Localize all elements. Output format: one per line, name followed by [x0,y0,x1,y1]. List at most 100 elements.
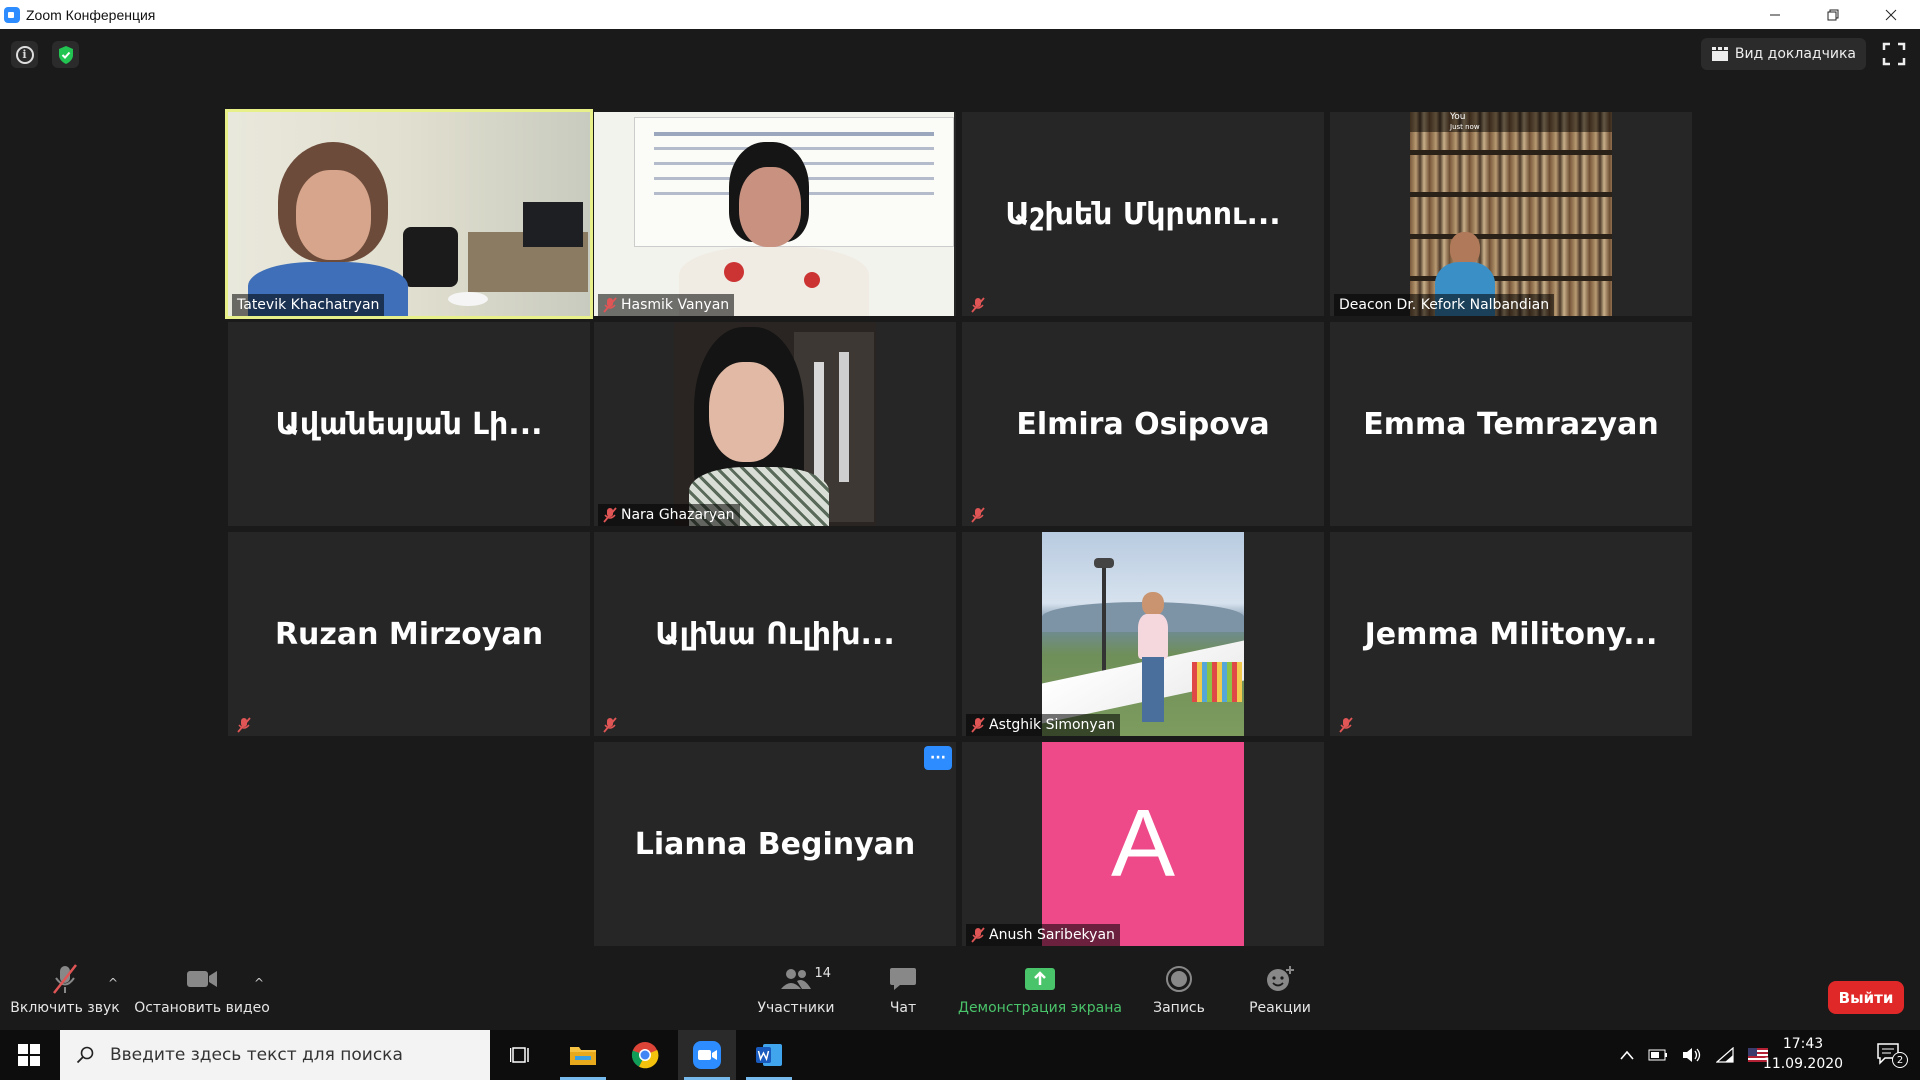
participant-name-label [966,294,990,316]
minimize-button[interactable] [1746,0,1804,29]
participant-video [674,322,876,526]
participant-name-label: Deacon Dr. Kefork Nalbandian [1334,294,1555,316]
leave-meeting-button[interactable]: Выйти [1828,981,1904,1014]
restore-icon [1827,9,1839,20]
stop-video-label: Остановить видео [134,1000,270,1016]
participant-tile[interactable]: Ruzan Mirzoyan [228,532,590,736]
window-titlebar: Zoom Конференция [0,0,1920,29]
video-camera-icon [187,971,217,987]
meeting-info-controls: i [11,41,79,68]
speaker-view-label: Вид докладчика [1734,46,1856,62]
taskbar-app-word[interactable] [740,1030,798,1080]
zoom-app-icon [4,6,20,23]
participants-button[interactable]: 14 Участники [748,960,844,1030]
participant-name-label: Tatevik Khachatryan [232,294,385,316]
participants-label: Участники [757,1000,835,1016]
participants-icon [781,969,811,989]
participant-display-name: Ավանեսյան Լի... [275,406,543,442]
overlay-you-label: You [1450,112,1466,122]
notifications-button[interactable]: 2 [1876,1042,1908,1068]
participant-tile[interactable]: Աշխեն Մկրտու... [962,112,1324,316]
participant-tile[interactable]: Hasmik Vanyan [594,112,956,316]
reactions-button[interactable]: Реакции [1240,960,1320,1030]
record-icon [1166,966,1192,992]
mic-muted-icon [603,717,617,733]
share-screen-label: Демонстрация экрана [958,1000,1122,1016]
mic-muted-icon [971,507,985,523]
notifications-count: 2 [1892,1052,1908,1068]
battery-icon[interactable] [1648,1049,1668,1061]
participant-name-label: Anush Saribekyan [966,924,1120,946]
unmute-button[interactable]: Включить звук [10,960,120,1030]
participant-tile[interactable]: You Just now Deacon Dr. Kefork Nalbandia… [1330,112,1692,316]
participant-video: You Just now [1410,112,1612,316]
participant-tile[interactable]: Nara Ghazaryan [594,322,956,526]
mic-muted-icon [603,297,617,313]
minimize-icon [1770,14,1780,15]
participant-tile[interactable]: Elmira Osipova [962,322,1324,526]
task-view-icon [510,1047,529,1063]
mic-muted-icon [971,927,985,943]
chrome-icon [631,1042,659,1069]
chat-button[interactable]: Чат [870,960,936,1030]
video-options-caret[interactable]: ^ [254,976,264,990]
fullscreen-icon[interactable] [1882,42,1906,66]
participant-display-name: Elmira Osipova [1016,406,1270,442]
start-button[interactable] [0,1030,58,1080]
mic-muted-icon [971,297,985,313]
participant-tile[interactable]: A Anush Saribekyan [962,742,1324,946]
participant-tile[interactable]: Ալինա Ուլիխ... [594,532,956,736]
participant-video [594,112,954,316]
clock-time: 17:43 [1782,1036,1824,1052]
participant-display-name: Lianna Beginyan [634,826,916,862]
mic-muted-icon [603,507,617,523]
participant-name-label [966,504,990,526]
word-icon [756,1044,782,1066]
info-icon: i [15,45,34,64]
participant-tile[interactable]: Tatevik Khachatryan [225,109,593,319]
volume-icon[interactable] [1682,1047,1702,1063]
participant-name-label: Nara Ghazaryan [598,504,740,526]
speaker-view-button[interactable]: Вид докладчика [1700,38,1866,70]
participant-display-name: Աշխեն Մկրտու... [1005,196,1281,232]
audio-options-caret[interactable]: ^ [108,976,118,990]
participant-avatar: A [1042,742,1244,946]
search-placeholder: Введите здесь текст для поиска [110,1045,403,1065]
mic-muted-icon [237,717,251,733]
close-button[interactable] [1862,0,1920,29]
record-button[interactable]: Запись [1148,960,1210,1030]
encryption-button[interactable] [52,41,79,68]
task-view-button[interactable] [492,1030,550,1080]
participant-tile[interactable]: Jemma Militony... [1330,532,1692,736]
windows-logo-icon [18,1044,40,1066]
taskbar-app-zoom[interactable] [678,1030,736,1080]
reactions-label: Реакции [1249,1000,1311,1016]
participant-name-label [1334,714,1358,736]
search-icon [76,1046,94,1064]
participant-name-label: Astghik Simonyan [966,714,1121,736]
taskbar-app-chrome[interactable] [616,1030,674,1080]
wifi-icon[interactable] [1716,1047,1734,1063]
participant-tile[interactable]: Lianna Beginyan ··· [594,742,956,946]
share-screen-button[interactable]: Демонстрация экрана [958,960,1122,1030]
chevron-up-icon[interactable] [1620,1050,1634,1060]
window-controls [1746,0,1920,29]
participant-tile[interactable]: Astghik Simonyan [962,532,1324,736]
share-screen-icon [1025,968,1055,990]
unmute-label: Включить звук [10,1000,120,1016]
stop-video-button[interactable]: Остановить видео [134,960,270,1030]
participant-name-label [232,714,256,736]
more-options-button[interactable]: ··· [924,746,952,770]
participant-tile[interactable]: Emma Temrazyan [1330,322,1692,526]
participant-video [1042,532,1244,736]
participant-display-name: Jemma Militony... [1364,616,1658,652]
taskbar-search[interactable]: Введите здесь текст для поиска [60,1030,490,1080]
participant-tile[interactable]: Ավանեսյան Լի... [228,322,590,526]
meeting-toolbar: Включить звук ^ Остановить видео ^ 14 Уч… [0,960,1920,1030]
meeting-info-button[interactable]: i [11,41,38,68]
mic-muted-icon [1339,717,1353,733]
taskbar-clock[interactable]: 17:43 11.09.2020 [1758,1034,1848,1074]
restore-button[interactable] [1804,0,1862,29]
taskbar-app-file-explorer[interactable] [554,1030,612,1080]
folder-icon [570,1047,596,1065]
